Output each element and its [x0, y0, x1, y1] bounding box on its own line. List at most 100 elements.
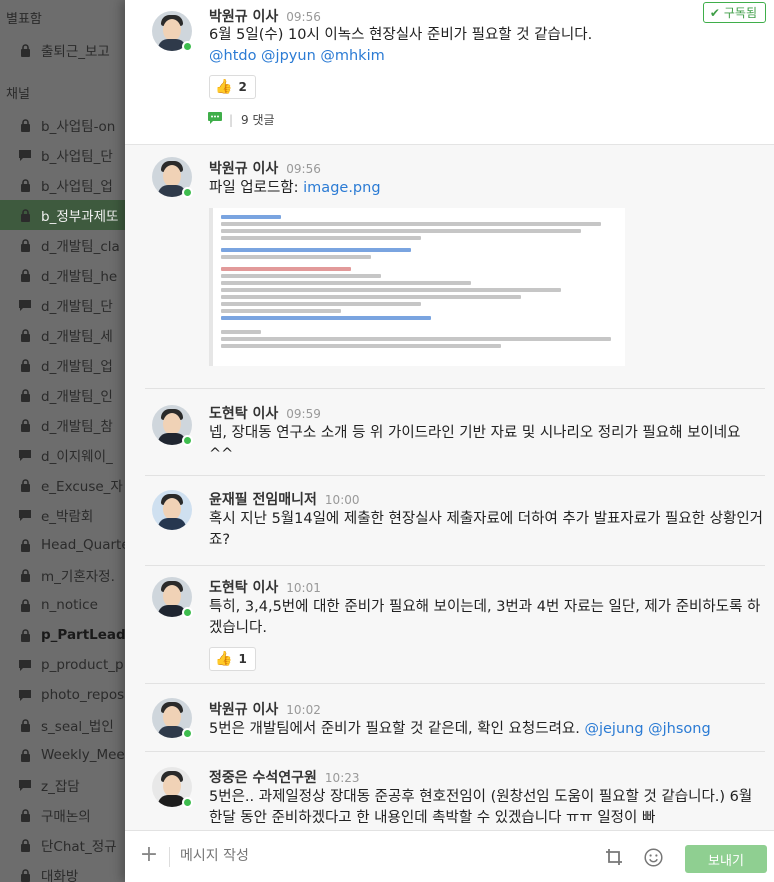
avatar[interactable] — [152, 157, 193, 198]
sidebar-item-label: b_사업팀_업 — [41, 179, 113, 195]
sidebar-item-channel[interactable]: d_개발팀_업 — [0, 350, 125, 380]
avatar[interactable] — [152, 405, 193, 446]
sidebar-item-channel[interactable]: e_Excuse_자 — [0, 470, 125, 500]
thumbs-up-icon: 👍 — [215, 79, 233, 95]
message-text: 6월 5일(수) 10시 이녹스 현장실사 준비가 필요할 것 같습니다. @h… — [209, 27, 593, 64]
sidebar-item-label: d_개발팀_cla — [41, 239, 120, 255]
sidebar-item-channel[interactable]: p_PartLeade — [0, 620, 125, 650]
favorites-section-title: 별표함 — [6, 12, 42, 27]
sidebar-item-channel[interactable]: d_개발팀_cla — [0, 230, 125, 260]
sidebar-item-label: d_개발팀_참 — [41, 419, 113, 435]
message-text: 넵, 장대동 연구소 소개 등 위 가이드라인 기반 자료 및 시나리오 정리가… — [209, 425, 741, 462]
subscribed-button[interactable]: ✔ 구독됨 — [702, 2, 766, 23]
divider — [145, 388, 765, 389]
channels-section-title: 채널 — [6, 87, 30, 102]
emoji-icon[interactable] — [644, 848, 663, 867]
sidebar-item-channel[interactable]: d_개발팀_참 — [0, 410, 125, 440]
divider — [145, 751, 765, 752]
message-author[interactable]: 정중은 수석연구원 10:23 — [209, 767, 360, 787]
sidebar-item-label: d_개발팀_업 — [41, 359, 113, 375]
lock-icon — [18, 598, 32, 612]
sidebar-item-channel[interactable]: s_seal_법인 — [0, 710, 125, 740]
sidebar-item-channel[interactable]: photo_repos — [0, 680, 125, 710]
message-author[interactable]: 도현탁 이사 09:59 — [209, 403, 321, 423]
avatar[interactable] — [152, 11, 193, 52]
sidebar-item-label: 대화방 — [41, 869, 79, 882]
file-link[interactable]: image.png — [303, 180, 380, 196]
sidebar-item-channel[interactable]: d_개발팀_세 — [0, 320, 125, 350]
sidebar-item-channel[interactable]: b_사업팀_단 — [0, 140, 125, 170]
reaction-thumbs-up[interactable]: 👍 1 — [209, 647, 256, 671]
message-input[interactable] — [180, 841, 580, 871]
sidebar-item-label: m_기혼자정. — [41, 569, 115, 585]
crop-icon[interactable] — [605, 848, 623, 866]
sidebar-item-label: e_박람회 — [41, 509, 94, 525]
avatar[interactable] — [152, 698, 193, 739]
comment-icon — [207, 111, 223, 128]
sidebar-item-channel[interactable]: 대화방 — [0, 860, 125, 882]
mention-links[interactable]: @htdo @jpyun @mhkim — [209, 48, 385, 64]
sidebar-item-favorite-0[interactable]: 출퇴근_보고 — [0, 35, 125, 65]
sidebar-item-label: z_잡담 — [41, 779, 80, 795]
sidebar-item-channel[interactable]: e_박람회 — [0, 500, 125, 530]
sidebar-item-label: e_Excuse_자 — [41, 479, 123, 495]
sidebar-item-label: n_notice — [41, 597, 98, 613]
sidebar-item-label: b_사업팀_단 — [41, 149, 113, 165]
parent-message: 박원규 이사 09:56 ✔ 구독됨 6월 5일(수) 10시 이녹스 현장실사 … — [125, 0, 774, 145]
sidebar-item-channel[interactable]: Weekly_Mee — [0, 740, 125, 770]
thumbs-up-icon: 👍 — [215, 651, 233, 667]
sidebar-item-label: 단Chat_정규 — [41, 839, 117, 855]
sidebar-item-channel[interactable]: b_사업팀_업 — [0, 170, 125, 200]
avatar[interactable] — [152, 767, 193, 808]
message-author[interactable]: 박원규 이사 09:56 — [209, 158, 321, 178]
online-status-dot — [182, 41, 193, 52]
message-author[interactable]: 윤재필 전임매니저 10:00 — [209, 489, 360, 509]
lock-icon — [18, 268, 32, 282]
sidebar-item-label: d_개발팀_단 — [41, 299, 113, 315]
avatar[interactable] — [152, 490, 192, 530]
send-button[interactable]: 보내기 — [685, 845, 767, 873]
sidebar-item-label: d_이지웨이_ — [41, 449, 113, 465]
sidebar-item-label: p_PartLeade — [41, 627, 125, 643]
message-text: 5번은.. 과제일정상 장대동 준공후 현호전임이 (원창선임 도움이 필요할 … — [209, 789, 753, 826]
lock-icon — [18, 478, 32, 492]
sidebar-item-channel[interactable]: b_사업팀-on — [0, 110, 125, 140]
sidebar-item-channel[interactable]: 구매논의 — [0, 800, 125, 830]
sidebar-item-label: 출퇴근_보고 — [41, 44, 110, 60]
sidebar-item-channel[interactable]: n_notice — [0, 590, 125, 620]
sidebar-item-channel[interactable]: d_개발팀_인 — [0, 380, 125, 410]
sidebar-item-channel[interactable]: b_정부과제또 — [0, 200, 125, 230]
sidebar-item-channel[interactable]: d_이지웨이_ — [0, 440, 125, 470]
sidebar-item-channel[interactable]: z_잡담 — [0, 770, 125, 800]
divider — [145, 475, 765, 476]
message-author[interactable]: 박원규 이사 10:02 — [209, 699, 321, 719]
divider — [169, 847, 170, 867]
sidebar-item-channel[interactable]: d_개발팀_he — [0, 260, 125, 290]
avatar[interactable] — [152, 577, 193, 618]
lock-icon — [18, 238, 32, 252]
message-author[interactable]: 도현탁 이사 10:01 — [209, 577, 321, 597]
chat-bubble-icon — [18, 658, 32, 672]
sidebar-item-channel[interactable]: Head_Quarte — [0, 530, 125, 560]
sidebar-item-label: 구매논의 — [41, 809, 91, 825]
sidebar-item-label: d_개발팀_세 — [41, 329, 113, 345]
sidebar-item-label: p_product_p — [41, 657, 124, 673]
comment-count[interactable]: | 9 댓글 — [207, 111, 275, 128]
online-status-dot — [182, 187, 193, 198]
chat-bubble-icon — [18, 508, 32, 522]
reaction-thumbs-up[interactable]: 👍 2 — [209, 75, 256, 99]
add-attachment-button[interactable]: + — [139, 844, 159, 866]
mention-links[interactable]: @jejung @jhsong — [584, 721, 710, 737]
lock-icon — [18, 43, 32, 57]
lock-icon — [18, 118, 32, 132]
message-author[interactable]: 박원규 이사 09:56 — [209, 6, 321, 26]
divider — [145, 683, 765, 684]
image-attachment-preview[interactable] — [209, 208, 625, 366]
thread-panel: 박원규 이사 09:56 ✔ 구독됨 6월 5일(수) 10시 이녹스 현장실사 … — [125, 0, 774, 882]
sidebar-item-channel[interactable]: p_product_p — [0, 650, 125, 680]
sidebar-item-channel[interactable]: 단Chat_정규 — [0, 830, 125, 860]
lock-icon — [18, 628, 32, 642]
sidebar-item-channel[interactable]: m_기혼자정. — [0, 560, 125, 590]
sidebar-item-channel[interactable]: d_개발팀_단 — [0, 290, 125, 320]
lock-icon — [18, 208, 32, 222]
